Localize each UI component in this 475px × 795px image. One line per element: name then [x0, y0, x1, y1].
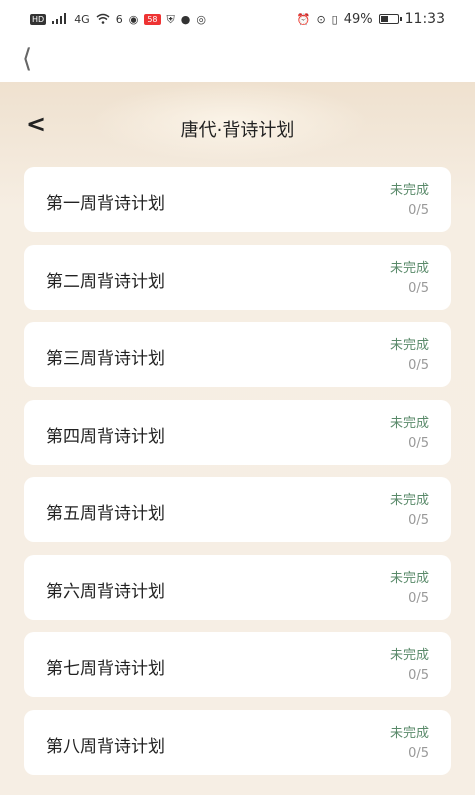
status-right: ⏰ ⊙ ▯ 49% 11:33	[297, 11, 445, 27]
plan-status: 未完成	[389, 725, 429, 741]
network-type-label: 4G	[74, 12, 90, 26]
plan-status: 未完成	[389, 338, 429, 353]
plan-name: 第五周背诗计划	[46, 504, 165, 524]
plan-card[interactable]: 第四周背诗计划 未完成 0/5	[24, 399, 451, 465]
outer-back-icon[interactable]: ⟨	[22, 46, 32, 72]
plan-card[interactable]: 第七周背诗计划 未完成 0/5	[24, 632, 451, 697]
plan-name: 第三周背诗计划	[46, 349, 165, 369]
plan-progress: 0/5	[408, 358, 429, 373]
alarm-icon: ⏰	[296, 12, 311, 26]
plan-progress: 0/5	[408, 590, 429, 606]
wifi-label: 6	[115, 12, 123, 26]
plan-card[interactable]: 第六周背诗计划 未完成 0/5	[24, 554, 451, 620]
status-left: HD 4G 6 ◉ 58 ⛨ ● ◎	[30, 12, 206, 26]
plan-name: 第七周背诗计划	[46, 659, 165, 679]
plan-card[interactable]: 第三周背诗计划 未完成 0/5	[24, 322, 451, 387]
plan-status: 未完成	[389, 415, 429, 431]
plan-name: 第八周背诗计划	[46, 736, 165, 757]
bluetooth-icon: ⊙	[316, 12, 326, 26]
plan-progress: 0/5	[408, 203, 429, 218]
clock-time: 11:33	[404, 11, 445, 27]
battery-percent: 49%	[343, 11, 373, 27]
plan-status: 未完成	[389, 648, 429, 663]
plan-card[interactable]: 第五周背诗计划 未完成 0/5	[24, 477, 451, 542]
compass-icon: ◉	[128, 12, 139, 26]
plan-name: 第一周背诗计划	[46, 194, 165, 214]
plan-name: 第六周背诗计划	[46, 581, 165, 602]
game-icon: ◎	[196, 12, 206, 26]
shield-icon: ⛨	[166, 12, 175, 26]
vibrate-icon: ▯	[331, 12, 338, 26]
chat-bubble-icon: ●	[180, 12, 191, 26]
plan-progress: 0/5	[408, 435, 429, 451]
plan-progress: 0/5	[408, 668, 429, 683]
plan-status: 未完成	[389, 183, 429, 198]
plan-progress: 0/5	[408, 280, 429, 296]
plan-list: 第一周背诗计划 未完成 0/5 第二周背诗计划 未完成 0/5 第三周背诗计划 未完成 0/5 第…	[24, 167, 451, 787]
hd-badge: HD	[30, 13, 47, 25]
plan-status: 未完成	[389, 570, 429, 586]
page-title: 唐代·背诗计划	[180, 120, 295, 141]
plan-card[interactable]: 第二周背诗计划 未完成 0/5	[24, 244, 451, 310]
plan-status: 未完成	[389, 260, 429, 276]
plan-card[interactable]: 第一周背诗计划 未完成 0/5	[24, 167, 451, 232]
red-app-badge: 58	[144, 13, 161, 25]
plan-name: 第二周背诗计划	[46, 271, 165, 292]
plan-progress: 0/5	[408, 513, 429, 528]
signal-icon	[52, 12, 68, 26]
battery-icon	[378, 14, 402, 24]
plan-status: 未完成	[389, 493, 429, 508]
plan-card[interactable]: 第八周背诗计划 未完成 0/5	[24, 709, 451, 775]
top-nav-bar: ⟨	[0, 38, 475, 82]
main-content: < 唐代·背诗计划 第一周背诗计划 未完成 0/5 第二周背诗计划 未完成 0/5 第三周背…	[0, 82, 475, 795]
plan-progress: 0/5	[408, 745, 429, 761]
battery-fill	[380, 16, 388, 22]
status-bar: HD 4G 6 ◉ 58 ⛨ ● ◎ ⏰ ⊙ ▯ 49% 11:33	[0, 0, 475, 38]
plan-name: 第四周背诗计划	[46, 426, 165, 447]
wifi-icon	[96, 13, 110, 26]
